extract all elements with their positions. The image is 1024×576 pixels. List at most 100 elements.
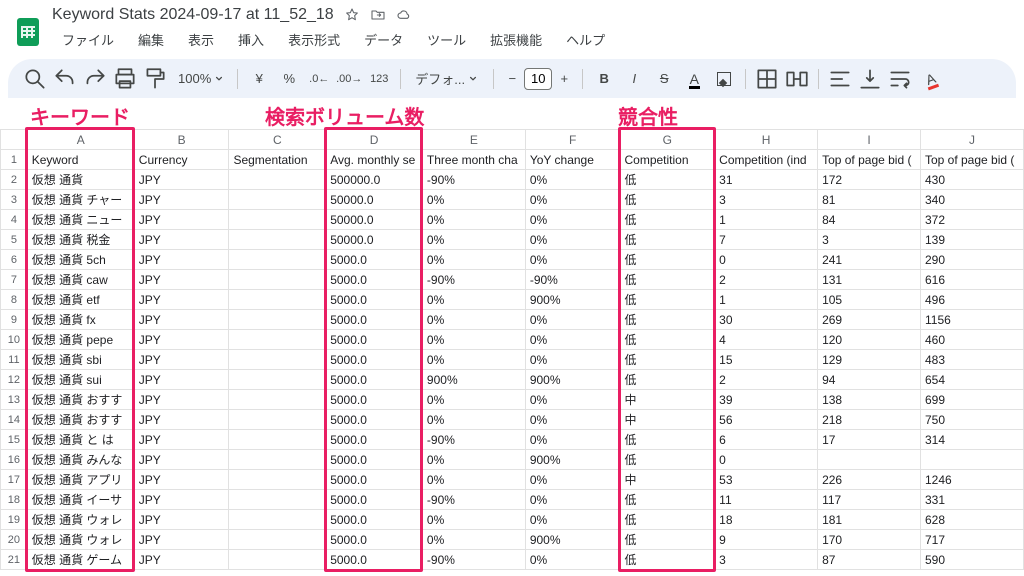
cell[interactable]: 仮想 通貨 ウォレ xyxy=(27,530,134,550)
cell[interactable]: 0% xyxy=(525,410,620,430)
cell[interactable]: 0% xyxy=(422,290,525,310)
cell[interactable]: 172 xyxy=(818,170,921,190)
cell[interactable]: 750 xyxy=(920,410,1023,430)
cell[interactable]: Three month cha xyxy=(422,150,525,170)
col-header-B[interactable]: B xyxy=(134,130,229,150)
cell[interactable]: 1156 xyxy=(920,310,1023,330)
cell[interactable]: 372 xyxy=(920,210,1023,230)
cell[interactable]: 5000.0 xyxy=(326,430,423,450)
row-header[interactable]: 7 xyxy=(1,270,28,290)
cell[interactable]: 50000.0 xyxy=(326,230,423,250)
italic-icon[interactable]: I xyxy=(621,66,647,92)
cell[interactable]: 5000.0 xyxy=(326,450,423,470)
row-header[interactable]: 6 xyxy=(1,250,28,270)
cell[interactable]: 0% xyxy=(422,410,525,430)
cell[interactable]: 0% xyxy=(525,390,620,410)
cell[interactable]: 4 xyxy=(715,330,818,350)
cell[interactable]: 0% xyxy=(525,250,620,270)
cell[interactable]: 3 xyxy=(715,550,818,570)
cell[interactable]: Segmentation xyxy=(229,150,326,170)
cell[interactable]: JPY xyxy=(134,210,229,230)
row-header[interactable]: 14 xyxy=(1,410,28,430)
cell[interactable]: 5000.0 xyxy=(326,250,423,270)
cell[interactable]: 低 xyxy=(620,290,715,310)
cell[interactable]: 中 xyxy=(620,410,715,430)
cell[interactable]: JPY xyxy=(134,270,229,290)
cell[interactable]: 616 xyxy=(920,270,1023,290)
cell[interactable]: 中 xyxy=(620,470,715,490)
cell[interactable]: 3 xyxy=(715,190,818,210)
cell[interactable]: 低 xyxy=(620,550,715,570)
cell[interactable]: 0% xyxy=(525,510,620,530)
cell[interactable]: 17 xyxy=(818,430,921,450)
cell[interactable]: Competition (ind xyxy=(715,150,818,170)
cell[interactable]: 低 xyxy=(620,210,715,230)
cell[interactable]: 5000.0 xyxy=(326,370,423,390)
col-header-E[interactable]: E xyxy=(422,130,525,150)
cell[interactable]: JPY xyxy=(134,250,229,270)
cell[interactable]: -90% xyxy=(422,550,525,570)
cell[interactable]: 900% xyxy=(525,290,620,310)
cell[interactable]: 131 xyxy=(818,270,921,290)
more-formats-icon[interactable]: 123 xyxy=(366,66,392,92)
cell[interactable]: 低 xyxy=(620,170,715,190)
col-header-D[interactable]: D xyxy=(326,130,423,150)
text-rotation-icon[interactable]: A xyxy=(917,66,943,92)
cell[interactable]: Avg. monthly se xyxy=(326,150,423,170)
cell[interactable]: JPY xyxy=(134,530,229,550)
cell[interactable]: JPY xyxy=(134,230,229,250)
cell[interactable]: 仮想 通貨 ゲーム xyxy=(27,550,134,570)
row-header[interactable]: 1 xyxy=(1,150,28,170)
cell[interactable]: 中 xyxy=(620,390,715,410)
cell[interactable] xyxy=(229,250,326,270)
cell[interactable]: 低 xyxy=(620,370,715,390)
cell[interactable]: 900% xyxy=(525,450,620,470)
cell[interactable]: 9 xyxy=(715,530,818,550)
cell[interactable]: 30 xyxy=(715,310,818,330)
cell[interactable]: JPY xyxy=(134,170,229,190)
row-header[interactable]: 17 xyxy=(1,470,28,490)
cell[interactable]: 314 xyxy=(920,430,1023,450)
cell[interactable] xyxy=(229,450,326,470)
cell[interactable]: 5000.0 xyxy=(326,510,423,530)
cell[interactable]: 5000.0 xyxy=(326,530,423,550)
cell[interactable] xyxy=(229,390,326,410)
cell[interactable] xyxy=(229,290,326,310)
cell[interactable]: 0% xyxy=(525,470,620,490)
col-header-A[interactable]: A xyxy=(27,130,134,150)
menu-編集[interactable]: 編集 xyxy=(128,26,174,53)
cell[interactable] xyxy=(229,550,326,570)
increase-decimal-icon[interactable]: .00→ xyxy=(336,66,362,92)
cell[interactable]: JPY xyxy=(134,350,229,370)
bold-icon[interactable]: B xyxy=(591,66,617,92)
cell[interactable]: 仮想 通貨 と は xyxy=(27,430,134,450)
move-folder-icon[interactable] xyxy=(370,7,386,23)
cell[interactable]: Competition xyxy=(620,150,715,170)
menu-挿入[interactable]: 挿入 xyxy=(228,26,274,53)
cell[interactable]: 56 xyxy=(715,410,818,430)
cell[interactable]: 仮想 通貨 fx xyxy=(27,310,134,330)
cell[interactable] xyxy=(229,310,326,330)
cell[interactable]: 241 xyxy=(818,250,921,270)
cell[interactable]: 0% xyxy=(525,430,620,450)
cell[interactable]: 117 xyxy=(818,490,921,510)
font-family-dropdown[interactable]: デフォ... xyxy=(409,66,485,92)
cell[interactable]: 低 xyxy=(620,330,715,350)
cell[interactable]: 仮想 通貨 税金 xyxy=(27,230,134,250)
cell[interactable]: JPY xyxy=(134,490,229,510)
cell[interactable]: 699 xyxy=(920,390,1023,410)
cell[interactable] xyxy=(229,370,326,390)
cell[interactable]: 139 xyxy=(920,230,1023,250)
cell[interactable]: 218 xyxy=(818,410,921,430)
cell[interactable]: 仮想 通貨 チャー xyxy=(27,190,134,210)
cell[interactable]: 低 xyxy=(620,450,715,470)
cell[interactable] xyxy=(229,410,326,430)
horizontal-align-icon[interactable] xyxy=(827,66,853,92)
cell[interactable]: 0% xyxy=(422,250,525,270)
row-header[interactable]: 9 xyxy=(1,310,28,330)
cell[interactable]: 900% xyxy=(525,370,620,390)
cell[interactable]: 0% xyxy=(525,230,620,250)
cell[interactable]: 6 xyxy=(715,430,818,450)
row-header[interactable]: 5 xyxy=(1,230,28,250)
cell[interactable] xyxy=(229,430,326,450)
